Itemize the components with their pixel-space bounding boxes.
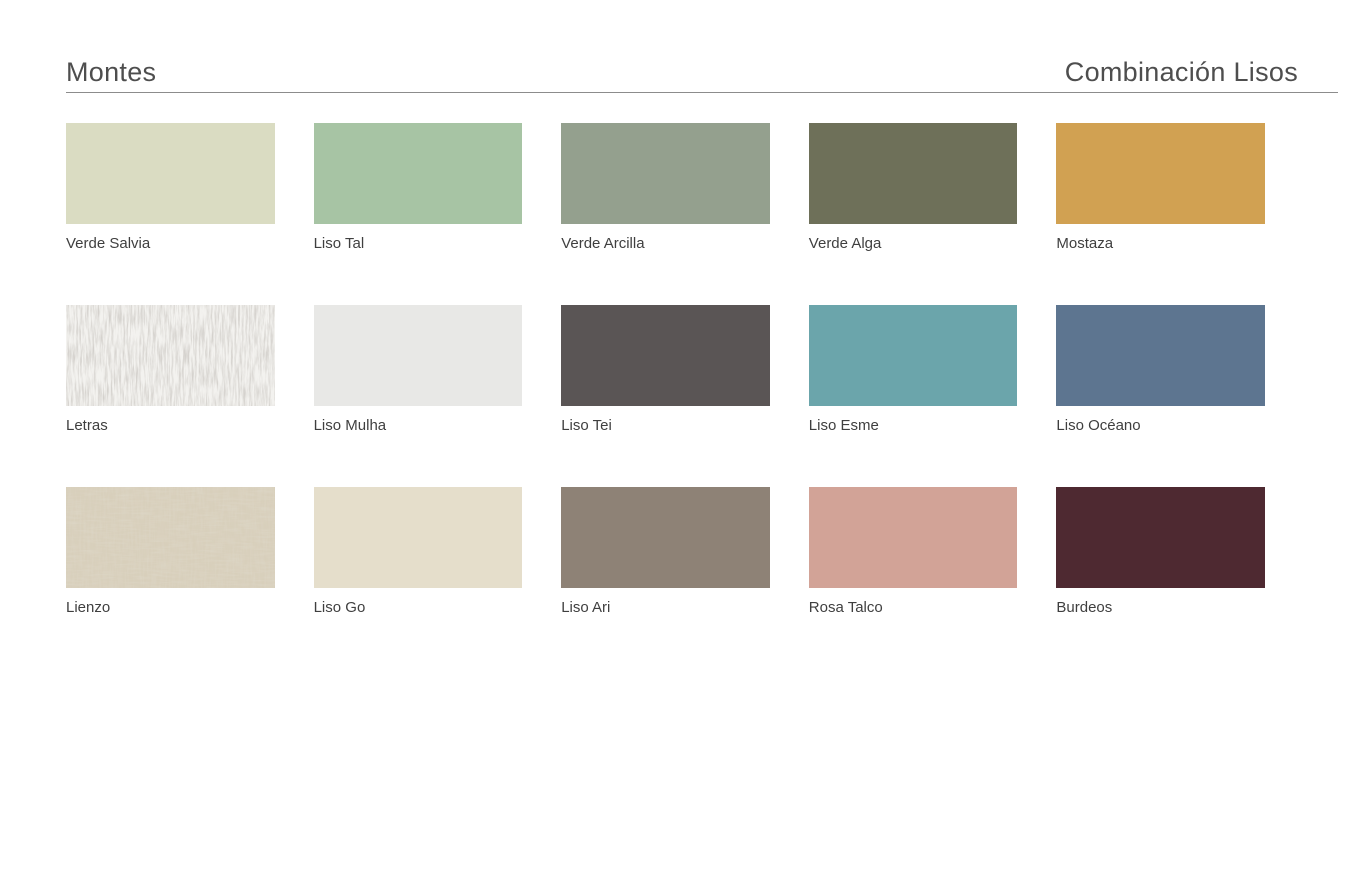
swatch-box bbox=[809, 487, 1018, 588]
swatch-cell: Liso Ari bbox=[561, 487, 770, 617]
swatch-cell: Liso Mulha bbox=[314, 305, 523, 435]
swatch-cell: Rosa Talco bbox=[809, 487, 1018, 617]
swatch-box bbox=[1056, 487, 1265, 588]
swatch-box bbox=[314, 305, 523, 406]
swatch-box bbox=[809, 123, 1018, 224]
swatch-cell: Verde Salvia bbox=[66, 123, 275, 253]
swatch-box bbox=[66, 305, 275, 406]
swatch-box bbox=[561, 123, 770, 224]
swatch-box bbox=[1056, 305, 1265, 406]
swatch-label: Verde Salvia bbox=[66, 235, 275, 253]
swatch-cell: Liso Esme bbox=[809, 305, 1018, 435]
swatch-cell: Mostaza bbox=[1056, 123, 1265, 253]
swatch-cell: Liso Tei bbox=[561, 305, 770, 435]
header-divider bbox=[66, 92, 1338, 93]
swatch-label: Liso Mulha bbox=[314, 417, 523, 435]
swatch-label: Letras bbox=[66, 417, 275, 435]
swatch-box bbox=[561, 305, 770, 406]
collection-title: Combinación Lisos bbox=[1065, 57, 1338, 87]
catalog-page: Montes Combinación Lisos Verde Salvia Li… bbox=[66, 0, 1338, 617]
swatch-box bbox=[561, 487, 770, 588]
swatch-cell: Liso Tal bbox=[314, 123, 523, 253]
swatch-label: Liso Ari bbox=[561, 599, 770, 617]
swatch-label: Verde Alga bbox=[809, 235, 1018, 253]
swatch-label: Liso Tal bbox=[314, 235, 523, 253]
swatch-label: Liso Esme bbox=[809, 417, 1018, 435]
swatch-cell: Verde Alga bbox=[809, 123, 1018, 253]
swatch-box bbox=[66, 487, 275, 588]
swatch-box bbox=[314, 123, 523, 224]
texture-overlay bbox=[66, 305, 275, 406]
swatch-cell: Letras bbox=[66, 305, 275, 435]
swatch-label: Rosa Talco bbox=[809, 599, 1018, 617]
swatch-box bbox=[66, 123, 275, 224]
swatch-grid: Verde Salvia Liso Tal Verde Arcilla Verd… bbox=[66, 123, 1265, 617]
swatch-label: Mostaza bbox=[1056, 235, 1265, 253]
swatch-box bbox=[314, 487, 523, 588]
swatch-label: Liso Océano bbox=[1056, 417, 1265, 435]
swatch-box bbox=[1056, 123, 1265, 224]
page-header: Montes Combinación Lisos bbox=[66, 0, 1338, 87]
swatch-cell: Burdeos bbox=[1056, 487, 1265, 617]
swatch-cell: Verde Arcilla bbox=[561, 123, 770, 253]
texture-overlay bbox=[66, 487, 275, 588]
swatch-cell: Liso Océano bbox=[1056, 305, 1265, 435]
swatch-box bbox=[809, 305, 1018, 406]
swatch-label: Verde Arcilla bbox=[561, 235, 770, 253]
swatch-label: Liso Tei bbox=[561, 417, 770, 435]
page-title: Montes bbox=[66, 57, 156, 87]
swatch-label: Lienzo bbox=[66, 599, 275, 617]
swatch-cell: Liso Go bbox=[314, 487, 523, 617]
swatch-cell: Lienzo bbox=[66, 487, 275, 617]
swatch-label: Liso Go bbox=[314, 599, 523, 617]
swatch-label: Burdeos bbox=[1056, 599, 1265, 617]
